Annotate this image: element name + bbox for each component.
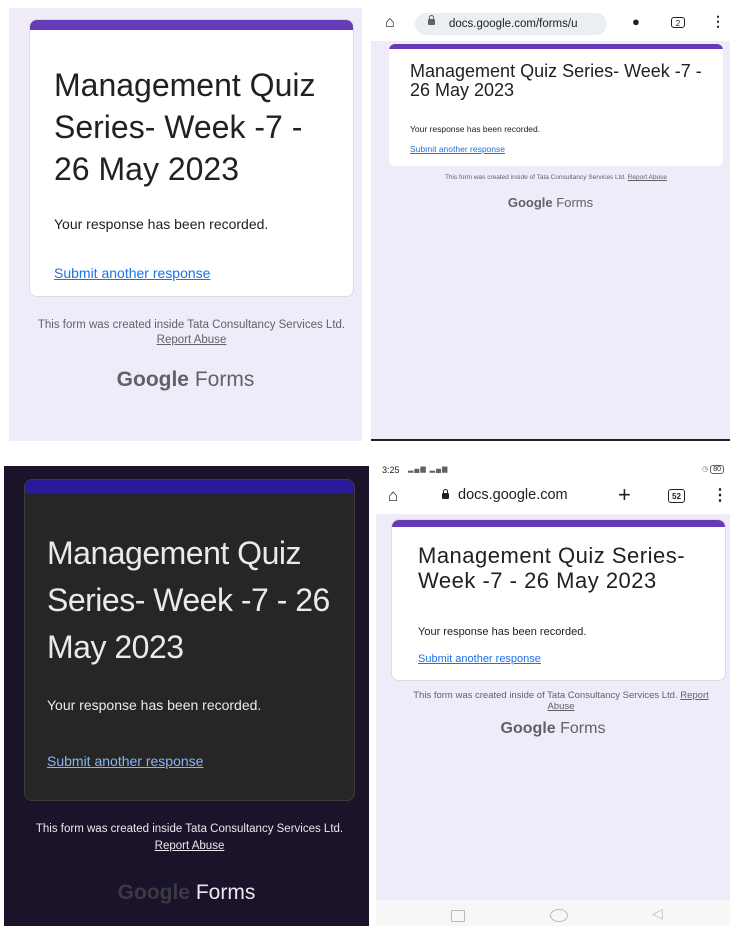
form-title: Management Quiz Series- Week -7 - 26 May…: [54, 67, 316, 187]
lock-icon: [442, 489, 449, 499]
submit-another-link[interactable]: Submit another response: [54, 265, 210, 281]
response-message: Your response has been recorded.: [410, 124, 541, 134]
brand-forms: Forms: [556, 195, 594, 210]
mobile-browser-view-large: 3:25 ▂▄▆ ▂▄▆ ◷ 80 ⌂ docs.google.com + 52…: [376, 460, 730, 926]
url-text: docs.google.com/forms/u: [449, 18, 578, 30]
microphone-icon[interactable]: ●: [632, 14, 640, 29]
brand-google: Google: [116, 368, 189, 391]
report-abuse-link[interactable]: Report Abuse: [155, 840, 225, 852]
submit-another-link[interactable]: Submit another response: [47, 753, 203, 769]
report-abuse-link[interactable]: Report Abuse: [157, 334, 227, 346]
form-card: Management Quiz Series- Week -7 - 26 May…: [24, 479, 355, 801]
tab-count-button[interactable]: 52: [668, 489, 685, 503]
browser-toolbar: ⌂ docs.google.com/forms/u ● 2 ⋮: [371, 8, 730, 41]
form-card: Management Quiz Series- Week -7 - 26 May…: [389, 44, 723, 166]
footer-text: This form was created inside of Tata Con…: [413, 690, 678, 701]
response-message: Your response has been recorded.: [54, 216, 269, 232]
form-footer: This form was created inside of Tata Con…: [401, 174, 711, 182]
form-accent-stripe: [389, 44, 723, 49]
alarm-icon: ◷: [702, 466, 709, 473]
brand-forms: Forms: [195, 881, 256, 904]
form-title: Management Quiz Series- Week -7 - 26 May…: [418, 543, 686, 593]
form-footer: This form was created inside Tata Consul…: [24, 821, 355, 855]
form-footer: This form was created inside of Tata Con…: [406, 690, 716, 712]
brand-google: Google: [507, 195, 553, 210]
brand-google: Google: [117, 881, 190, 904]
response-message: Your response has been recorded.: [47, 697, 262, 713]
signal-icon: ▂▄▆ ▂▄▆: [408, 466, 449, 473]
form-accent-stripe: [25, 480, 354, 493]
google-forms-logo[interactable]: Google Forms: [9, 368, 362, 392]
address-bar[interactable]: docs.google.com/forms/u: [415, 13, 607, 35]
mobile-browser-view-small: ⌂ docs.google.com/forms/u ● 2 ⋮ Manageme…: [371, 8, 730, 441]
report-abuse-link[interactable]: Report Abuse: [628, 174, 667, 181]
response-message: Your response has been recorded.: [418, 626, 587, 638]
desktop-form-view: Management Quiz Series- Week -7 - 26 May…: [9, 8, 362, 441]
status-bar: 3:25 ▂▄▆ ▂▄▆ ◷ 80: [376, 460, 730, 480]
address-bar[interactable]: docs.google.com: [458, 487, 568, 503]
home-icon[interactable]: ⌂: [388, 486, 398, 506]
form-title: Management Quiz Series- Week -7 - 26 May…: [410, 61, 702, 100]
lock-icon: [428, 15, 435, 25]
google-forms-logo[interactable]: Google Forms: [4, 881, 369, 905]
footer-text: This form was created inside Tata Consul…: [37, 319, 346, 331]
form-card: Management Quiz Series- Week -7 - 26 May…: [391, 519, 726, 681]
submit-another-link[interactable]: Submit another response: [410, 144, 505, 154]
home-icon[interactable]: ⌂: [385, 14, 395, 32]
battery-icon: 80: [710, 465, 724, 474]
brand-google: Google: [500, 720, 556, 737]
android-nav-bar: ◁: [376, 900, 730, 926]
form-title: Management Quiz Series- Week -7 - 26 May…: [47, 535, 330, 665]
tab-count-button[interactable]: 2: [671, 17, 685, 28]
dark-mode-form-view: Management Quiz Series- Week -7 - 26 May…: [4, 466, 369, 926]
status-time: 3:25: [382, 465, 400, 475]
form-accent-stripe: [392, 520, 725, 527]
google-forms-logo[interactable]: Google Forms: [371, 195, 730, 210]
brand-forms: Forms: [194, 368, 255, 391]
status-icons: ◷ 80: [702, 465, 724, 474]
more-menu-icon[interactable]: ⋮: [711, 13, 725, 30]
submit-another-link[interactable]: Submit another response: [418, 653, 541, 665]
more-menu-icon[interactable]: ⋮: [712, 485, 728, 505]
nav-home-icon[interactable]: [550, 909, 568, 922]
browser-toolbar: ⌂ docs.google.com + 52 ⋮: [376, 480, 730, 514]
google-forms-logo[interactable]: Google Forms: [376, 720, 730, 738]
form-card: Management Quiz Series- Week -7 - 26 May…: [29, 19, 354, 297]
footer-text: This form was created inside Tata Consul…: [35, 823, 344, 835]
form-accent-stripe: [30, 20, 353, 30]
form-footer: This form was created inside Tata Consul…: [29, 318, 354, 348]
new-tab-icon[interactable]: +: [618, 482, 631, 508]
recent-apps-icon[interactable]: [451, 910, 465, 922]
footer-text: This form was created inside of Tata Con…: [444, 174, 626, 181]
brand-forms: Forms: [560, 720, 606, 737]
back-icon[interactable]: ◁: [652, 905, 663, 922]
